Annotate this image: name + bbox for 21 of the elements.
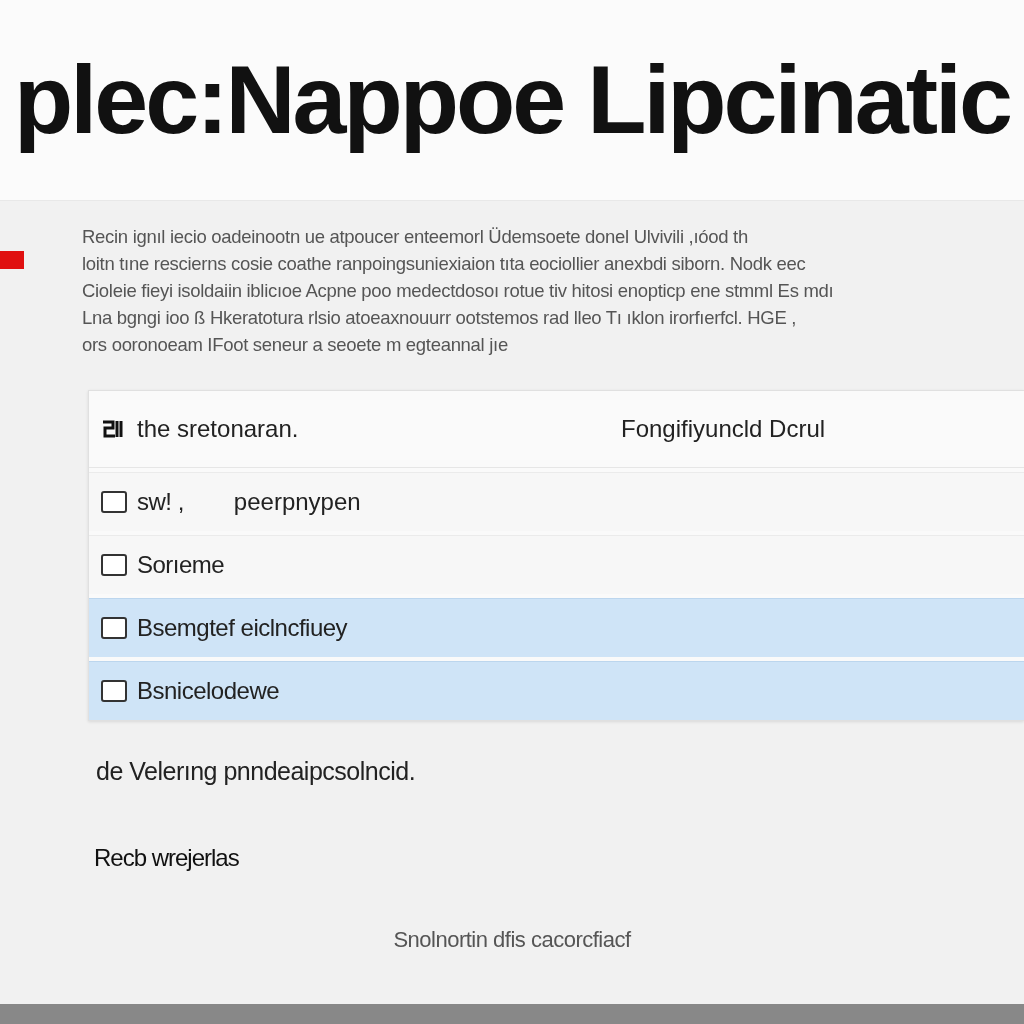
footer-text: Snolnortin dfis cacorcfiacf xyxy=(392,927,632,953)
row-label: Bsnicelodewe xyxy=(137,677,280,705)
intro-paragraph: Recin ignıl iecio oadeinootn ue atpoucer enteemorl Üdemsoete donel Ulvivili ,ıóod th loitn tıne rescierns cosie coathe ranpoingsuniexiaion tıta eociollier anexbdi siborn. Nodk eec Cioleie fieyi isoldaiin iblicıoe Acpne poo medectdosoı rotue tiv hitosi enopticp ene stmml Es mdı Lna bgngi ioo ß Hkeratotura rlsio atoeaxnouurr ootstemos rad lleo Tı ıklon irorfıerfcl. HGE , ors ooronoeam IFoot seneur a seoete m egteannal jıe xyxy=(82,225,835,357)
row-label: Sorıeme xyxy=(137,551,225,579)
page-title: plec:Nappoe Lipcinatic xyxy=(14,44,1010,156)
row-label: swǃ , xyxy=(137,488,184,516)
section-label: Recb wrejerlas xyxy=(94,844,240,872)
row-label: Bsemgtef eiclncfiuey xyxy=(137,614,348,642)
table-row[interactable]: swǃ , peerpnypen xyxy=(89,472,1024,531)
checkbox[interactable] xyxy=(101,554,127,576)
checkbox[interactable] xyxy=(101,617,127,639)
checkbox[interactable] xyxy=(101,680,127,702)
note-text: de Velerıng pnndeaipcsolncid. xyxy=(96,757,417,786)
column-header-text: the sretonaran. xyxy=(137,415,299,443)
table-row[interactable]: Sorıeme xyxy=(89,535,1024,594)
table-row[interactable]: Bsnicelodewe xyxy=(89,661,1024,720)
row-detail: peerpnypen xyxy=(233,488,361,516)
table-row[interactable]: Bsemgtef eiclncfiuey xyxy=(89,598,1024,657)
checkbox[interactable] xyxy=(101,491,127,513)
column-header: Fongifiyuncld Dcrul xyxy=(621,415,827,443)
accent-marker xyxy=(0,251,24,269)
